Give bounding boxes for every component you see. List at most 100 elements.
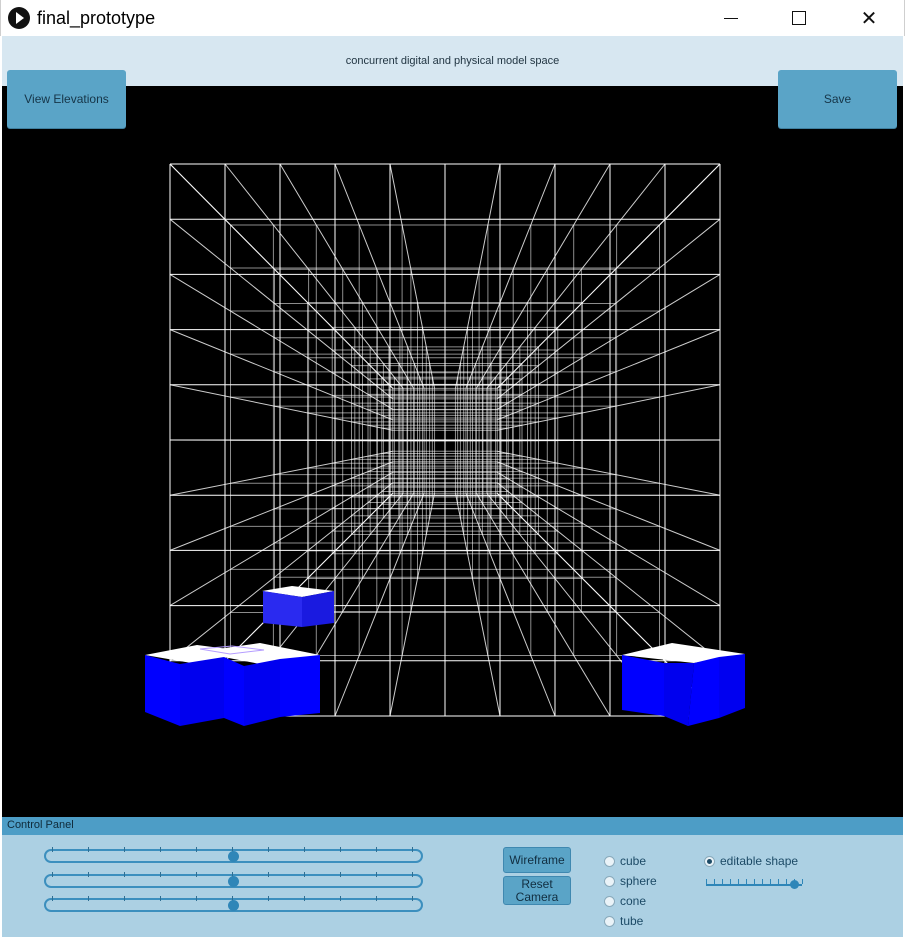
radio-label: cube: [620, 854, 647, 868]
slider-tick: [794, 879, 795, 884]
slider-tick: [754, 879, 755, 884]
slider-tick: [52, 872, 53, 877]
window-title: final_prototype: [37, 8, 156, 28]
slider-tick: [376, 847, 377, 852]
slider-tick: [88, 847, 89, 852]
radio-cone[interactable]: cone: [604, 894, 646, 908]
radio-label: sphere: [620, 874, 657, 888]
slider-tick: [412, 896, 413, 901]
cube-right-face: [280, 655, 320, 717]
slider-rail: [706, 884, 802, 886]
blue-cube-cluster-right[interactable]: [622, 643, 745, 726]
slider-tick: [412, 847, 413, 852]
grid-line: [279, 163, 415, 389]
page-subtitle: concurrent digital and physical model sp…: [345, 55, 560, 67]
slider-tick: [52, 847, 53, 852]
slider-tick: [802, 879, 803, 884]
3d-viewport[interactable]: [2, 86, 903, 817]
slider-tick: [722, 879, 723, 884]
wireframe-button[interactable]: Wireframe: [503, 847, 571, 873]
maximize-button[interactable]: [775, 0, 823, 36]
slider-tick: [160, 896, 161, 901]
minimize-icon: [724, 17, 738, 19]
radio-label: cone: [620, 894, 647, 908]
control-panel-title: Control Panel: [7, 819, 74, 831]
radio-label: tube: [620, 914, 644, 928]
cube-left-face: [622, 655, 664, 716]
slider-tick: [268, 896, 269, 901]
slider-tick: [268, 872, 269, 877]
window-titlebar: final_prototype ✕: [0, 0, 905, 36]
slider-3[interactable]: [44, 896, 423, 912]
maximize-icon: [792, 11, 806, 25]
slider-tick: [770, 879, 771, 884]
slider-tick: [196, 896, 197, 901]
slider-tick: [376, 896, 377, 901]
slider-tick: [304, 847, 305, 852]
slider-tick: [52, 896, 53, 901]
slider-tick: [268, 847, 269, 852]
slider-tick: [340, 847, 341, 852]
cube-right-face: [302, 591, 334, 627]
grid-line: [389, 163, 436, 389]
slider-tick: [714, 879, 715, 884]
slider-knob[interactable]: [228, 851, 239, 862]
header-band: concurrent digital and physical model sp…: [2, 36, 903, 86]
control-panel-header: Control Panel: [2, 817, 903, 835]
editable-shape-slider[interactable]: [706, 879, 803, 891]
slider-tick: [160, 847, 161, 852]
editable-shape-label: editable shape: [720, 854, 799, 868]
slider-tick: [124, 872, 125, 877]
wireframe-grid: [169, 163, 721, 717]
close-icon: ✕: [860, 7, 878, 30]
cube-left-face: [263, 591, 302, 627]
cube-right-face: [719, 654, 745, 718]
radio-cube[interactable]: cube: [604, 854, 646, 868]
radio-tube[interactable]: tube: [604, 914, 643, 928]
cube-right-face: [180, 657, 224, 726]
slider-knob[interactable]: [228, 876, 239, 887]
play-icon: [8, 7, 30, 29]
slider-tick: [304, 872, 305, 877]
slider-tick: [196, 872, 197, 877]
blue-cube-cluster-left[interactable]: [145, 643, 320, 726]
close-button[interactable]: ✕: [845, 0, 893, 36]
slider-tick: [786, 879, 787, 884]
app-canvas: concurrent digital and physical model sp…: [2, 36, 903, 937]
slider-tick: [778, 879, 779, 884]
blue-cube-small[interactable]: [262, 586, 334, 627]
radio-dot[interactable]: [604, 895, 615, 907]
slider-knob[interactable]: [228, 900, 239, 911]
slider-tick: [304, 896, 305, 901]
reset-camera-button[interactable]: Reset Camera: [503, 876, 571, 905]
slider-tick: [746, 879, 747, 884]
cube-front-face: [244, 659, 280, 726]
slider-tick: [88, 896, 89, 901]
grid-line: [454, 163, 501, 389]
minimize-button[interactable]: [707, 0, 755, 36]
radio-dot[interactable]: [604, 855, 615, 867]
radio-dot[interactable]: [604, 915, 615, 927]
slider-tick: [124, 896, 125, 901]
cube-left-face: [145, 655, 180, 726]
slider-tick: [340, 896, 341, 901]
slider-2[interactable]: [44, 872, 423, 888]
cube-left-face: [224, 657, 244, 726]
slider-tick: [88, 872, 89, 877]
radio-sphere[interactable]: sphere: [604, 874, 657, 888]
editable-shape-toggle[interactable]: editable shape: [704, 854, 798, 868]
slider-tick: [340, 872, 341, 877]
slider-tick: [738, 879, 739, 884]
slider-tick: [730, 879, 731, 884]
slider-tick: [124, 847, 125, 852]
slider-tick: [376, 872, 377, 877]
slider-tick: [706, 879, 707, 884]
slider-tick: [412, 872, 413, 877]
slider-tick: [762, 879, 763, 884]
slider-tick: [196, 847, 197, 852]
radio-dot[interactable]: [704, 855, 715, 867]
slider-1[interactable]: [44, 847, 423, 863]
radio-dot[interactable]: [604, 875, 615, 887]
grid-line: [475, 163, 611, 389]
scene-svg[interactable]: [2, 86, 903, 817]
